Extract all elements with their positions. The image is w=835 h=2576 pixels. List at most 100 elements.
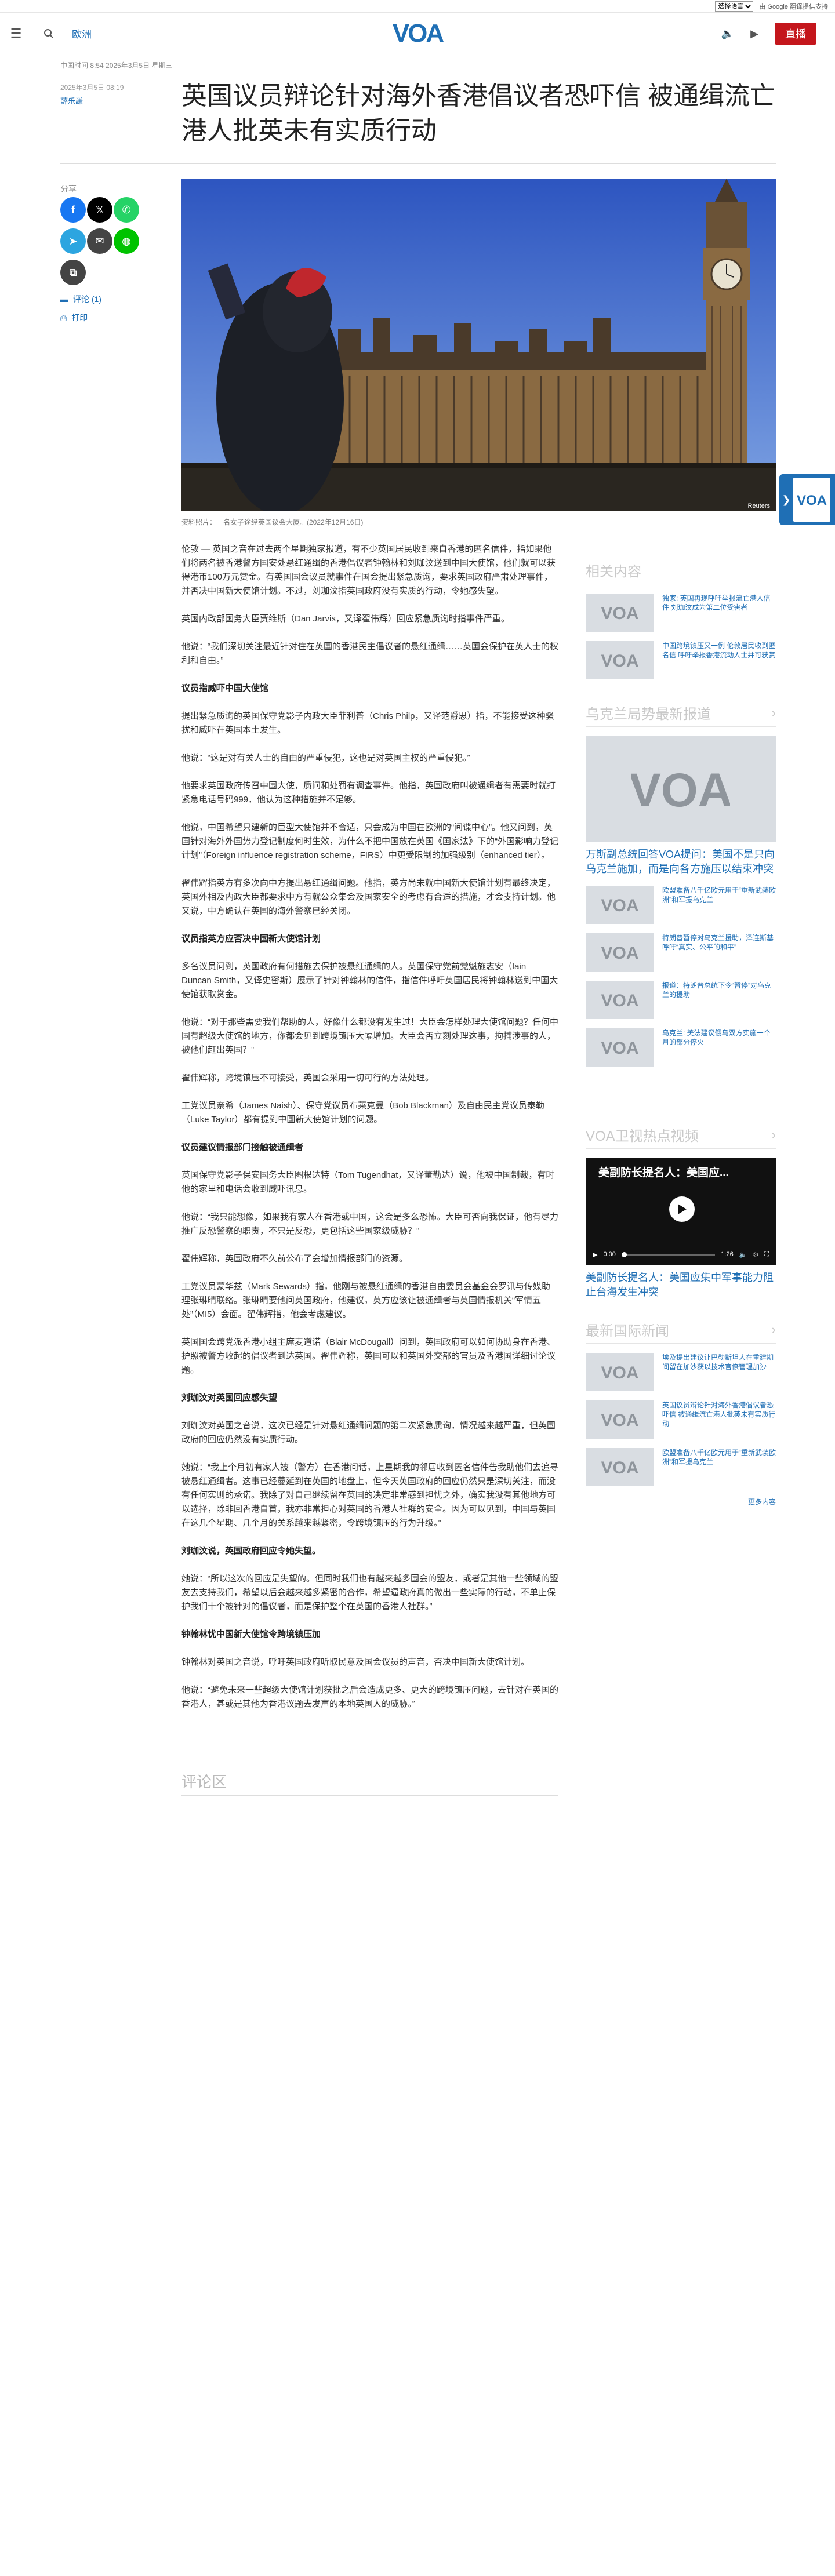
fullscreen-icon[interactable]: ⛶: [764, 1251, 769, 1258]
article-headline: 英国议员辩论针对海外香港倡议者恐吓信 被通缉流亡港人批英未有实质行动: [181, 82, 776, 145]
article-paragraph: 翟伟辉称，跨境镇压不可接受，英国会采用一切可行的方法处理。: [181, 1073, 434, 1083]
time-total: 1:26: [721, 1251, 734, 1258]
list-item[interactable]: VOA 乌克兰: 美法建议俄乌双方实施一个月的部分停火: [586, 1028, 776, 1067]
comment-icon: ▬: [60, 294, 68, 304]
video-player-title: 美副防长提名人：美国应...: [598, 1167, 729, 1179]
article-paragraph: 伦敦 — 英国之音在过去两个星期独家报道，有不少英国居民收到来自香港的匿名信件，…: [181, 544, 556, 596]
thumbnail: VOA: [586, 981, 654, 1019]
video-caption[interactable]: 美副防长提名人：美国应集中军事能力阻止台海发生冲突: [586, 1271, 776, 1300]
section-link[interactable]: 欧洲: [72, 26, 92, 41]
video-controls: ▶ 0:00 1:26 🔈 ⚙ ⛶: [586, 1244, 776, 1265]
article-paragraph: 他说：“我们深切关注最近针对住在英国的香港民主倡议者的悬红通缉……英国会保护在英…: [181, 642, 558, 665]
time-current: 0:00: [603, 1251, 616, 1258]
line-icon[interactable]: ◍: [114, 228, 139, 254]
list-item-title: 乌克兰: 美法建议俄乌双方实施一个月的部分停火: [662, 1029, 771, 1046]
more-link[interactable]: 更多内容: [586, 1497, 776, 1507]
chevron-right-icon: ›: [771, 705, 776, 720]
video-player[interactable]: 美副防长提名人：美国应... ▶ 0:00 1:26 🔈 ⚙ ⛶: [586, 1158, 776, 1265]
hero-image: Reuters: [181, 179, 776, 511]
x-icon[interactable]: 𝕏: [87, 197, 112, 223]
list-item[interactable]: VOA 特朗普暂停对乌克兰援助，泽连斯基呼吁“真实、公平的和平”: [586, 933, 776, 972]
article-paragraph: 他要求英国政府传召中国大使，质问和处罚有调查事件。他指，英国政府叫被通缉者有需要…: [181, 781, 556, 805]
floating-live-tab[interactable]: ❯ VOA: [779, 474, 835, 525]
translate-credit: 由 Google 翻译提供支持: [759, 3, 828, 10]
telegram-icon[interactable]: ➤: [60, 228, 86, 254]
chevron-right-icon: ›: [771, 1322, 776, 1337]
play-small-icon[interactable]: ▶: [593, 1251, 597, 1258]
list-item-title: 英国议员辩论针对海外香港倡议者恐吓信 被通缉流亡港人批英未有实质行动: [662, 1401, 776, 1428]
settings-icon[interactable]: ⚙: [753, 1251, 758, 1258]
facebook-icon[interactable]: f: [60, 197, 86, 223]
ukraine-section: 乌克兰局势最新报道 › VOA 万斯副总统回答VOA提问：美国不是只向乌克兰施加，…: [586, 703, 776, 1067]
article-subheading: 钟翰林忧中国新大使馆令跨境镇压加: [181, 1629, 321, 1639]
article-paragraph: 他说，中国希望只建新的巨型大使馆并不合适，只会成为中国在欧洲的“间谍中心”。他又…: [181, 823, 558, 860]
utility-bar: 选择语言 由 Google 翻译提供支持: [0, 0, 835, 13]
lead-thumbnail[interactable]: VOA: [586, 736, 776, 842]
comment-link[interactable]: ▬ 评论 (1): [60, 293, 101, 305]
related-section: 相关内容 VOA 独家: 英国再现呼吁举报流亡港人信件 刘珈汶成为第二位受害者 VO…: [586, 560, 776, 679]
comments-heading: 评论区: [181, 1770, 558, 1796]
video-progress[interactable]: [621, 1251, 716, 1257]
article-paragraph: 提出紧急质询的英国保守党影子内政大臣菲利普（Chris Philp，又译范爵思）…: [181, 711, 554, 735]
video-icon[interactable]: ▶: [750, 28, 758, 40]
svg-text:VOA: VOA: [797, 493, 827, 507]
play-icon[interactable]: [669, 1196, 695, 1222]
lead-title[interactable]: 万斯副总统回答VOA提问：美国不是只向乌克兰施加，而是向各方施压以结束冲突: [586, 847, 776, 876]
audio-icon[interactable]: 🔈: [721, 28, 734, 40]
list-item-title: 独家: 英国再现呼吁举报流亡港人信件 刘珈汶成为第二位受害者: [662, 594, 771, 612]
thumbnail: VOA: [586, 641, 654, 679]
video-heading[interactable]: VOA卫视热点视频 ›: [586, 1125, 776, 1149]
share-label: 分享: [60, 184, 77, 194]
svg-text:VOA: VOA: [601, 604, 638, 621]
email-icon[interactable]: ✉: [87, 228, 112, 254]
list-item-title: 中国跨境镇压又一例 伦敦居民收到匿名信 呼吁举报香港流动人士并可获赏: [662, 642, 776, 659]
ukraine-heading[interactable]: 乌克兰局势最新报道 ›: [586, 703, 776, 727]
list-item-title: 欧盟准备八千亿欧元用于“重新武装欧洲”和军援乌克兰: [662, 886, 776, 904]
article-paragraph: 她说：“所以这次的回应是失望的。但同时我们也有越来越多国会的盟友，或者是其他一些…: [181, 1574, 558, 1611]
svg-text:VOA: VOA: [601, 1458, 638, 1476]
article-paragraph: 翟伟辉称，英国政府不久前公布了会增加情报部门的资源。: [181, 1254, 408, 1264]
svg-text:VOA: VOA: [393, 20, 444, 46]
live-button[interactable]: 直播: [775, 23, 816, 45]
article-paragraph: 英国国会跨党派香港小组主席麦道诺（Blair McDougall）问到，英国政府…: [181, 1337, 556, 1375]
svg-text:VOA: VOA: [601, 991, 638, 1009]
list-item[interactable]: VOA 欧盟准备八千亿欧元用于“重新武装欧洲”和军援乌克兰: [586, 886, 776, 924]
thumbnail: VOA: [586, 1353, 654, 1391]
article-dates: 中国时间 8:54 2025年3月5日 星期三: [60, 61, 173, 70]
search-icon[interactable]: [32, 13, 65, 54]
svg-text:VOA: VOA: [601, 652, 638, 669]
list-item[interactable]: VOA 独家: 英国再现呼吁举报流亡港人信件 刘珈汶成为第二位受害者: [586, 594, 776, 632]
list-item-title: 报道：特朗普总统下令“暂停”对乌克兰的援助: [662, 981, 771, 999]
list-item-title: 特朗普暂停对乌克兰援助，泽连斯基呼吁“真实、公平的和平”: [662, 934, 774, 951]
thumbnail: VOA: [586, 1028, 654, 1067]
print-link[interactable]: ⎙ 打印: [60, 312, 88, 323]
menu-icon[interactable]: ☰: [0, 12, 32, 54]
article-paragraph: 多名议员问到，英国政府有何措施去保护被悬红通缉的人。英国保守党前党魁施志安（Ia…: [181, 962, 558, 999]
voa-logo[interactable]: VOA: [387, 20, 448, 46]
article-author[interactable]: 薛乐謙: [60, 95, 83, 106]
volume-icon[interactable]: 🔈: [739, 1251, 747, 1258]
video-section: VOA卫视热点视频 › 美副防长提名人：美国应... ▶ 0:00 1:26 🔈 …: [586, 1125, 776, 1300]
article-paragraph: 工党议员蒙华兹（Mark Sewards）指，他刚与被悬红通缉的香港自由委员会基…: [181, 1282, 550, 1319]
copy-link-icon[interactable]: ⧉: [60, 260, 86, 285]
article-paragraph: 工党议员奈希（James Naish）、保守党议员布莱克曼（Bob Blackm…: [181, 1101, 544, 1125]
intl-heading[interactable]: 最新国际新闻 ›: [586, 1319, 776, 1344]
thumbnail: VOA: [586, 594, 654, 632]
language-select[interactable]: 选择语言: [715, 1, 754, 12]
divider: [60, 163, 776, 164]
thumbnail: VOA: [586, 1400, 654, 1439]
list-item[interactable]: VOA 中国跨境镇压又一例 伦敦居民收到匿名信 呼吁举报香港流动人士并可获赏: [586, 641, 776, 679]
list-item[interactable]: VOA 报道：特朗普总统下令“暂停”对乌克兰的援助: [586, 981, 776, 1019]
list-item-title: 埃及提出建议让巴勒斯坦人在重建期间留在加沙获以技术官僚管理加沙: [662, 1354, 774, 1371]
list-item[interactable]: VOA 埃及提出建议让巴勒斯坦人在重建期间留在加沙获以技术官僚管理加沙: [586, 1353, 776, 1391]
article-paragraph: 他说：“对于那些需要我们帮助的人，好像什么都没有发生过！大臣会怎样处理大使馆问题…: [181, 1017, 558, 1055]
article-subheading: 刘珈汶说，英国政府回应令她失望。: [181, 1546, 321, 1556]
list-item[interactable]: VOA 英国议员辩论针对海外香港倡议者恐吓信 被通缉流亡港人批英未有实质行动: [586, 1400, 776, 1439]
print-icon: ⎙: [60, 312, 67, 322]
svg-text:VOA: VOA: [601, 1411, 638, 1428]
thumbnail: VOA: [586, 886, 654, 924]
whatsapp-icon[interactable]: ✆: [114, 197, 139, 223]
image-caption: 资料照片：一名女子途经英国议会大厦。(2022年12月16日): [181, 518, 364, 526]
list-item-title: 欧盟准备八千亿欧元用于“重新武装欧洲”和军援乌克兰: [662, 1449, 776, 1466]
list-item[interactable]: VOA 欧盟准备八千亿欧元用于“重新武装欧洲”和军援乌克兰: [586, 1448, 776, 1486]
